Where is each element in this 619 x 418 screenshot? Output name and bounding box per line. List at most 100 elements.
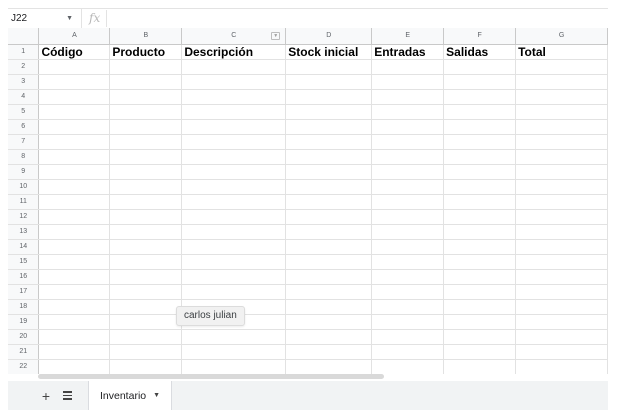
- cell-b10[interactable]: [109, 179, 183, 195]
- cell-a20[interactable]: [38, 329, 111, 345]
- cell-b14[interactable]: [109, 239, 183, 255]
- horizontal-scrollbar[interactable]: [38, 374, 384, 379]
- cell-e21[interactable]: [371, 344, 445, 360]
- cell-b3[interactable]: [109, 74, 183, 90]
- cell-d14[interactable]: [285, 239, 373, 255]
- cell-e22[interactable]: [371, 359, 445, 374]
- cell-d22[interactable]: [285, 359, 373, 374]
- cell-c17[interactable]: [181, 284, 287, 300]
- cell-a12[interactable]: [38, 209, 111, 225]
- cell-g17[interactable]: [515, 284, 608, 300]
- column-header-g[interactable]: G: [515, 28, 608, 45]
- cell-b18[interactable]: [109, 299, 183, 315]
- row-header[interactable]: 7: [8, 134, 40, 150]
- cell-b16[interactable]: [109, 269, 183, 285]
- plus-icon[interactable]: +: [36, 381, 56, 410]
- cell-c5[interactable]: [181, 104, 287, 120]
- cell-g16[interactable]: [515, 269, 608, 285]
- cell-f20[interactable]: [443, 329, 517, 345]
- cell-f17[interactable]: [443, 284, 517, 300]
- cell-a1[interactable]: Código: [38, 44, 111, 60]
- cell-b20[interactable]: [109, 329, 183, 345]
- cell-g6[interactable]: [515, 119, 608, 135]
- cell-e1[interactable]: Entradas: [371, 44, 445, 60]
- cell-f11[interactable]: [443, 194, 517, 210]
- cell-c12[interactable]: [181, 209, 287, 225]
- cell-e13[interactable]: [371, 224, 445, 240]
- cell-g4[interactable]: [515, 89, 608, 105]
- row-header[interactable]: 13: [8, 224, 40, 240]
- cell-f15[interactable]: [443, 254, 517, 270]
- column-header-a[interactable]: A: [38, 28, 111, 45]
- row-header[interactable]: 22: [8, 359, 40, 374]
- cell-d15[interactable]: [285, 254, 373, 270]
- cell-d9[interactable]: [285, 164, 373, 180]
- cell-d1[interactable]: Stock inicial: [285, 44, 373, 60]
- cell-e10[interactable]: [371, 179, 445, 195]
- cell-a14[interactable]: [38, 239, 111, 255]
- cell-d17[interactable]: [285, 284, 373, 300]
- cell-c14[interactable]: [181, 239, 287, 255]
- chevron-down-icon[interactable]: ▼: [153, 392, 160, 399]
- cell-a2[interactable]: [38, 59, 111, 75]
- column-header-d[interactable]: D: [285, 28, 373, 45]
- cell-b8[interactable]: [109, 149, 183, 165]
- cell-a21[interactable]: [38, 344, 111, 360]
- cell-g5[interactable]: [515, 104, 608, 120]
- cell-d19[interactable]: [285, 314, 373, 330]
- cell-c21[interactable]: [181, 344, 287, 360]
- cell-c6[interactable]: [181, 119, 287, 135]
- cell-e20[interactable]: [371, 329, 445, 345]
- cell-d7[interactable]: [285, 134, 373, 150]
- cell-a3[interactable]: [38, 74, 111, 90]
- cell-e11[interactable]: [371, 194, 445, 210]
- cell-a10[interactable]: [38, 179, 111, 195]
- cell-c9[interactable]: [181, 164, 287, 180]
- cell-f2[interactable]: [443, 59, 517, 75]
- cell-g7[interactable]: [515, 134, 608, 150]
- cell-e15[interactable]: [371, 254, 445, 270]
- cell-g21[interactable]: [515, 344, 608, 360]
- cell-b7[interactable]: [109, 134, 183, 150]
- cell-g3[interactable]: [515, 74, 608, 90]
- cell-f7[interactable]: [443, 134, 517, 150]
- cell-a7[interactable]: [38, 134, 111, 150]
- cell-d8[interactable]: [285, 149, 373, 165]
- row-header[interactable]: 18: [8, 299, 40, 315]
- row-header[interactable]: 10: [8, 179, 40, 195]
- cell-e5[interactable]: [371, 104, 445, 120]
- row-header[interactable]: 11: [8, 194, 40, 210]
- cell-f16[interactable]: [443, 269, 517, 285]
- cell-b1[interactable]: Producto: [109, 44, 183, 60]
- column-header-b[interactable]: B: [109, 28, 183, 45]
- cell-e8[interactable]: [371, 149, 445, 165]
- cell-g10[interactable]: [515, 179, 608, 195]
- cell-e19[interactable]: [371, 314, 445, 330]
- cell-a4[interactable]: [38, 89, 111, 105]
- cell-f8[interactable]: [443, 149, 517, 165]
- cell-d5[interactable]: [285, 104, 373, 120]
- cell-a15[interactable]: [38, 254, 111, 270]
- cell-c7[interactable]: [181, 134, 287, 150]
- cell-d6[interactable]: [285, 119, 373, 135]
- cell-a9[interactable]: [38, 164, 111, 180]
- cell-a11[interactable]: [38, 194, 111, 210]
- cell-f1[interactable]: Salidas: [443, 44, 517, 60]
- cell-d4[interactable]: [285, 89, 373, 105]
- cell-e3[interactable]: [371, 74, 445, 90]
- cell-c15[interactable]: [181, 254, 287, 270]
- cell-e16[interactable]: [371, 269, 445, 285]
- cell-b5[interactable]: [109, 104, 183, 120]
- cell-c8[interactable]: [181, 149, 287, 165]
- cell-b12[interactable]: [109, 209, 183, 225]
- cell-b9[interactable]: [109, 164, 183, 180]
- row-header[interactable]: 9: [8, 164, 40, 180]
- cell-f22[interactable]: [443, 359, 517, 374]
- cell-d16[interactable]: [285, 269, 373, 285]
- cell-g18[interactable]: [515, 299, 608, 315]
- cell-g20[interactable]: [515, 329, 608, 345]
- row-header[interactable]: 21: [8, 344, 40, 360]
- row-header[interactable]: 3: [8, 74, 40, 90]
- cell-e17[interactable]: [371, 284, 445, 300]
- cell-f21[interactable]: [443, 344, 517, 360]
